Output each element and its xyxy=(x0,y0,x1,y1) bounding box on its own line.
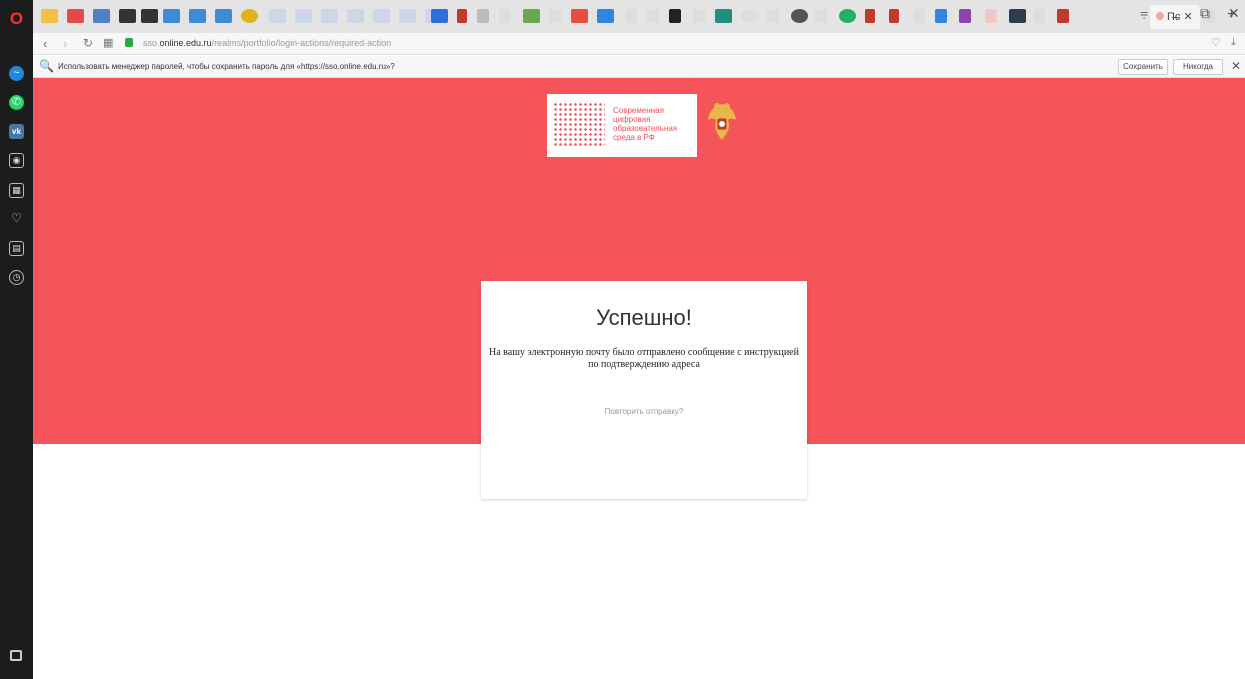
tab[interactable] xyxy=(767,9,779,23)
tab[interactable] xyxy=(41,9,58,23)
save-password-button[interactable]: Сохранить xyxy=(1118,59,1168,75)
key-icon: 🔍 xyxy=(39,59,54,73)
tab[interactable] xyxy=(913,9,925,23)
speed-dial-icon[interactable]: ▦ xyxy=(9,183,24,198)
tab[interactable] xyxy=(571,9,588,23)
password-prompt-text: Использовать менеджер паролей, чтобы сох… xyxy=(58,62,395,71)
tab[interactable] xyxy=(815,9,827,23)
tab[interactable] xyxy=(269,9,286,23)
dot-pattern-icon xyxy=(553,102,605,148)
news-icon[interactable]: ▤ xyxy=(9,241,24,256)
brand-logo[interactable]: Современная цифровая образовательная сре… xyxy=(547,94,697,157)
browser-sidebar: O ~ ✆ vk ◉ ▦ ♡ ▤ ◷ xyxy=(0,0,33,679)
address-bar: ‹ › ↻ ▦ sso.online.edu.ru/realms/portfol… xyxy=(33,33,1245,55)
url-prefix: sso. xyxy=(143,38,160,48)
download-icon[interactable]: ⤓ xyxy=(1231,36,1236,49)
vk-icon[interactable]: vk xyxy=(9,124,24,139)
forward-icon[interactable]: › xyxy=(63,36,67,51)
close-password-bar-icon[interactable]: ✕ xyxy=(1231,59,1241,73)
tab[interactable] xyxy=(889,9,899,23)
tab[interactable] xyxy=(189,9,206,23)
tab[interactable] xyxy=(141,9,158,23)
url-path: /realms/portfolio/login-actions/required… xyxy=(211,38,392,48)
url-field[interactable]: sso.online.edu.ru/realms/portfolio/login… xyxy=(143,38,391,48)
success-card: Успешно! На вашу электронную почту было … xyxy=(481,281,807,499)
tab[interactable] xyxy=(215,9,232,23)
tab[interactable] xyxy=(1009,9,1026,23)
tab[interactable] xyxy=(693,9,705,23)
tab[interactable] xyxy=(477,9,489,23)
coat-of-arms-icon xyxy=(708,103,736,140)
tab[interactable] xyxy=(321,9,338,23)
tab[interactable] xyxy=(935,9,947,23)
card-message: На вашу электронную почту было отправлен… xyxy=(481,347,807,371)
brand-text: Современная цифровая образовательная сре… xyxy=(613,106,677,142)
tab[interactable] xyxy=(119,9,136,23)
tab[interactable] xyxy=(347,9,364,23)
browser-logo-icon[interactable]: O xyxy=(7,9,26,28)
tab[interactable] xyxy=(523,9,540,23)
browser-window: O ~ ✆ vk ◉ ▦ ♡ ▤ ◷ Пс ✕ + ⩦ _ ⧉ ✕ ‹ › ↻ … xyxy=(0,0,1245,679)
brand-line: цифровая xyxy=(613,115,651,124)
never-button[interactable]: Никогда xyxy=(1173,59,1223,75)
heart-icon[interactable]: ♡ xyxy=(1211,36,1221,49)
tab-strip: Пс ✕ + ≡ xyxy=(33,0,1245,33)
tab[interactable] xyxy=(295,9,312,23)
history-icon[interactable]: ◷ xyxy=(9,270,24,285)
tab[interactable] xyxy=(597,9,614,23)
tab[interactable] xyxy=(741,9,758,23)
tab[interactable] xyxy=(839,9,856,23)
tab[interactable] xyxy=(1057,9,1069,23)
tab[interactable] xyxy=(791,9,808,23)
tab[interactable] xyxy=(715,9,732,23)
brand-line: Современная xyxy=(613,106,664,115)
tab[interactable] xyxy=(373,9,390,23)
minimize-icon[interactable]: _ xyxy=(1172,2,1180,18)
camera-icon[interactable]: ◉ xyxy=(9,153,24,168)
tab[interactable] xyxy=(457,9,467,23)
back-icon[interactable]: ‹ xyxy=(43,36,47,51)
page-content: Современная цифровая образовательная сре… xyxy=(33,78,1245,679)
tab[interactable] xyxy=(985,9,997,23)
heart-icon[interactable]: ♡ xyxy=(9,212,24,227)
tab[interactable] xyxy=(647,9,659,23)
tab[interactable] xyxy=(549,9,561,23)
restore-icon[interactable]: ⧉ xyxy=(1200,5,1210,22)
card-title: Успешно! xyxy=(596,305,692,330)
tab[interactable] xyxy=(241,9,258,23)
tab[interactable] xyxy=(959,9,971,23)
resend-link[interactable]: Повторить отправку? xyxy=(481,407,807,416)
password-manager-bar: 🔍 Использовать менеджер паролей, чтобы с… xyxy=(33,56,1245,78)
tab[interactable] xyxy=(93,9,110,23)
whatsapp-icon[interactable]: ✆ xyxy=(9,95,24,110)
tab[interactable] xyxy=(865,9,875,23)
card-message-line: по подтверждению адреса xyxy=(588,359,700,370)
tab[interactable] xyxy=(399,9,416,23)
tab-favicon-icon xyxy=(1156,12,1164,20)
tab[interactable] xyxy=(431,9,448,23)
tab[interactable] xyxy=(67,9,84,23)
tab[interactable] xyxy=(163,9,180,23)
speed-dial-icon[interactable]: ▦ xyxy=(103,36,113,49)
brand-line: среда в РФ xyxy=(613,133,655,142)
tab[interactable] xyxy=(625,9,637,23)
lock-icon[interactable] xyxy=(125,38,133,47)
brand-line: образовательная xyxy=(613,124,678,133)
messenger-icon[interactable]: ~ xyxy=(9,66,24,81)
reload-icon[interactable]: ↻ xyxy=(83,36,93,50)
sidebar-toggle-icon[interactable] xyxy=(10,650,22,661)
tab[interactable] xyxy=(669,9,681,23)
url-domain: online.edu.ru xyxy=(159,38,212,48)
tab[interactable] xyxy=(499,9,511,23)
card-message-line: На вашу электронную почту было отправлен… xyxy=(489,347,799,358)
tab-menu-icon[interactable]: ⩦ xyxy=(1140,4,1148,21)
tab[interactable] xyxy=(1033,9,1045,23)
close-icon[interactable]: ✕ xyxy=(1228,5,1240,22)
